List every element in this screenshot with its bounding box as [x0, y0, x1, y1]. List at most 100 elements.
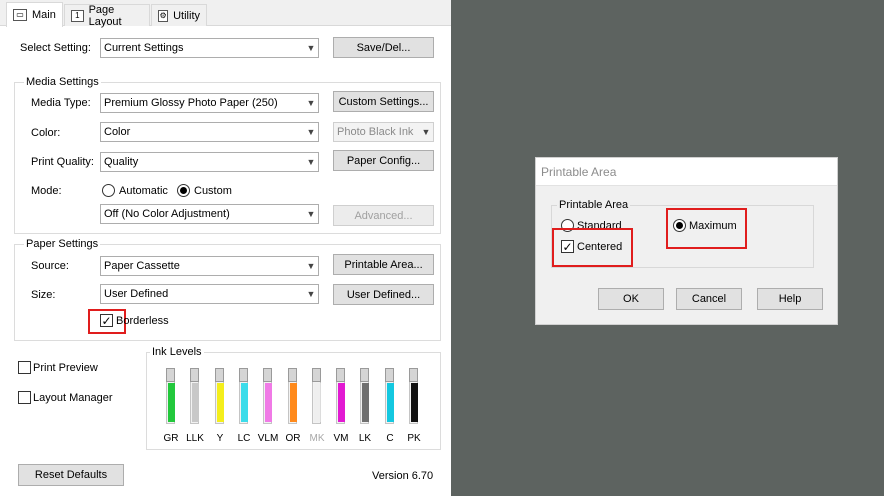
tab-page-layout[interactable]: 1 Page Layout — [64, 4, 150, 28]
chevron-down-icon: ▼ — [306, 43, 316, 53]
ink-cap — [190, 368, 199, 382]
select-setting-combo[interactable]: Current Settings ▼ — [100, 38, 319, 58]
user-defined-button[interactable]: User Defined... — [333, 284, 434, 305]
ink-fill — [411, 383, 418, 422]
ink-level-y — [215, 368, 227, 424]
ink-fill — [168, 383, 175, 422]
ink-fill — [290, 383, 297, 422]
layout-manager-checkbox[interactable]: Layout Manager — [18, 391, 113, 404]
tab-main-label: Main — [32, 9, 56, 21]
ink-label: LC — [237, 433, 251, 444]
custom-settings-button[interactable]: Custom Settings... — [333, 91, 434, 112]
mode-label: Mode: — [31, 185, 62, 197]
checkmark-icon: ✓ — [100, 313, 113, 328]
centered-checkbox[interactable]: ✓ Centered — [561, 240, 622, 253]
ink-label: OR — [285, 433, 301, 444]
save-del-button[interactable]: Save/Del... — [333, 37, 434, 58]
maximum-radio[interactable]: Maximum — [673, 219, 737, 232]
mode-custom-label: Custom — [194, 184, 232, 197]
ink-label: MK — [309, 433, 325, 444]
ink-cap — [385, 368, 394, 382]
ink-cap — [360, 368, 369, 382]
size-combo[interactable]: User Defined ▼ — [100, 284, 319, 304]
version-text: Version 6.70 — [372, 470, 434, 482]
ink-level-gr — [166, 368, 178, 424]
printable-area-button[interactable]: Printable Area... — [333, 254, 434, 275]
centered-label: Centered — [577, 240, 623, 253]
reset-defaults-button[interactable]: Reset Defaults — [18, 464, 124, 486]
maximum-label: Maximum — [689, 219, 737, 232]
source-combo[interactable]: Paper Cassette ▼ — [100, 256, 319, 276]
radio-selected-icon — [177, 184, 190, 197]
ink-cap — [166, 368, 175, 382]
help-button[interactable]: Help — [757, 288, 823, 310]
ink-fill — [241, 383, 248, 422]
borderless-checkbox[interactable]: ✓ Borderless — [100, 314, 169, 327]
ink-cap — [288, 368, 297, 382]
color-value: Color — [104, 126, 131, 138]
ink-label: VLM — [257, 433, 279, 444]
chevron-down-icon: ▼ — [306, 261, 316, 271]
paper-settings-title: Paper Settings — [24, 238, 101, 250]
printable-area-group-title: Printable Area — [557, 199, 631, 211]
ink-cap — [239, 368, 248, 382]
advanced-button[interactable]: Advanced... — [333, 205, 434, 226]
print-quality-value: Quality — [104, 156, 139, 168]
ink-label: VM — [333, 433, 349, 444]
color-adjustment-combo[interactable]: Off (No Color Adjustment) ▼ — [100, 204, 319, 224]
print-preview-label: Print Preview — [33, 361, 98, 374]
source-value: Paper Cassette — [104, 260, 180, 272]
ink-fill — [338, 383, 345, 422]
cancel-button[interactable]: Cancel — [676, 288, 742, 310]
unchecked-box-icon — [18, 361, 31, 374]
ink-fill — [265, 383, 272, 422]
ink-fill — [192, 383, 199, 422]
unchecked-box-icon — [18, 391, 31, 404]
chevron-down-icon: ▼ — [306, 157, 316, 167]
paper-config-button[interactable]: Paper Config... — [333, 150, 434, 171]
ink-fill — [217, 383, 224, 422]
chevron-down-icon: ▼ — [306, 209, 316, 219]
radio-unselected-icon — [102, 184, 115, 197]
tab-main[interactable]: ▭ Main — [6, 2, 63, 27]
ink-level-llk — [190, 368, 202, 424]
print-quality-label: Print Quality: — [31, 156, 94, 168]
print-preview-checkbox[interactable]: Print Preview — [18, 361, 98, 374]
mode-automatic-radio[interactable]: Automatic — [102, 184, 168, 197]
layout-manager-label: Layout Manager — [33, 391, 113, 404]
mode-custom-radio[interactable]: Custom — [177, 184, 232, 197]
color-combo[interactable]: Color ▼ — [100, 122, 319, 142]
black-ink-combo[interactable]: Photo Black Ink ▼ — [333, 122, 434, 142]
black-ink-value: Photo Black Ink — [337, 126, 414, 138]
media-type-label: Media Type: — [31, 97, 91, 109]
dialog-title-bar: Printable Area — [536, 158, 837, 186]
select-setting-value: Current Settings — [104, 42, 184, 54]
ink-level-vlm — [263, 368, 275, 424]
borderless-label: Borderless — [116, 314, 169, 327]
chevron-down-icon: ▼ — [421, 127, 431, 137]
media-type-combo[interactable]: Premium Glossy Photo Paper (250) ▼ — [100, 93, 319, 113]
print-quality-combo[interactable]: Quality ▼ — [100, 152, 319, 172]
dialog-title: Printable Area — [541, 164, 617, 179]
ink-label: PK — [407, 433, 421, 444]
ink-cap — [409, 368, 418, 382]
ink-level-c — [385, 368, 397, 424]
ink-cap — [336, 368, 345, 382]
printable-area-dialog: Printable Area Printable Area Standard ✓… — [535, 157, 838, 325]
size-value: User Defined — [104, 288, 169, 300]
ink-label: Y — [216, 433, 224, 444]
media-type-value: Premium Glossy Photo Paper (250) — [104, 97, 278, 109]
tab-utility[interactable]: ⚙ Utility — [151, 4, 207, 26]
ink-fill — [362, 383, 369, 422]
ok-button[interactable]: OK — [598, 288, 664, 310]
utility-icon: ⚙ — [158, 9, 169, 22]
ink-label: LK — [358, 433, 372, 444]
ink-level-vm — [336, 368, 348, 424]
ink-cap — [215, 368, 224, 382]
media-settings-title: Media Settings — [24, 76, 101, 88]
color-adjustment-value: Off (No Color Adjustment) — [104, 208, 230, 220]
tab-utility-label: Utility — [173, 9, 200, 22]
ink-level-lk — [360, 368, 372, 424]
printer-properties-dialog: ▭ Main 1 Page Layout ⚙ Utility Select Se… — [0, 0, 451, 496]
chevron-down-icon: ▼ — [306, 98, 316, 108]
